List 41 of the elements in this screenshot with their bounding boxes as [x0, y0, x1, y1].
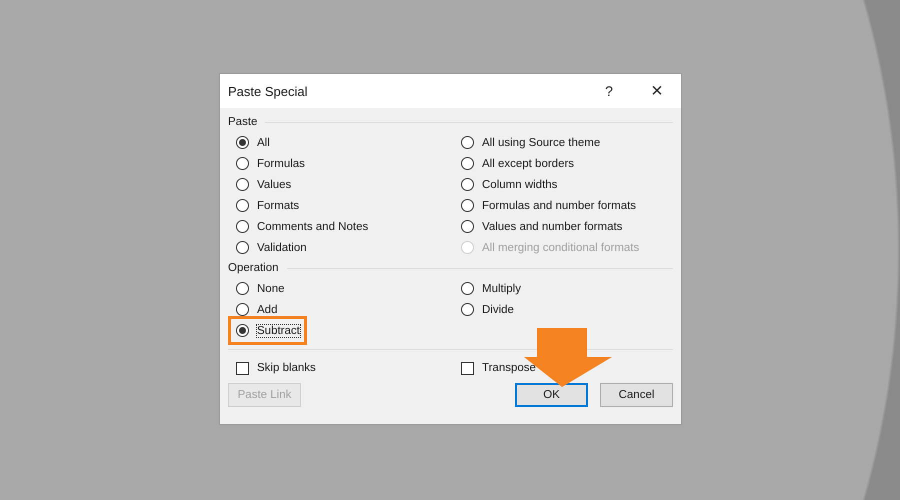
dialog-button[interactable]: Cancel [600, 383, 673, 407]
radio-option[interactable]: None [236, 278, 284, 299]
checkbox-option[interactable]: Skip blanks [236, 358, 316, 378]
radio-button[interactable] [236, 157, 249, 170]
radio-button[interactable] [236, 241, 249, 254]
window-title: Paste Special [228, 84, 308, 98]
radio-button[interactable] [461, 199, 474, 212]
radio-button[interactable] [461, 282, 474, 295]
radio-button[interactable] [461, 303, 474, 316]
dialog-button[interactable]: OK [515, 383, 588, 407]
radio-button[interactable] [236, 324, 249, 337]
radio-option[interactable]: Values [236, 174, 292, 195]
radio-button[interactable] [236, 136, 249, 149]
radio-button[interactable] [461, 136, 474, 149]
radio-option[interactable]: Formats [236, 195, 300, 216]
radio-option[interactable]: All [236, 132, 270, 153]
radio-button[interactable] [461, 157, 474, 170]
radio-button[interactable] [461, 178, 474, 191]
close-button[interactable]: × [633, 74, 681, 108]
radio-option[interactable]: Subtract [232, 320, 303, 341]
radio-option[interactable]: Formulas and number formats [461, 195, 636, 216]
radio-button[interactable] [461, 220, 474, 233]
radio-option[interactable]: Formulas [236, 153, 305, 174]
radio-option[interactable]: All using Source theme [461, 132, 600, 153]
radio-option[interactable]: Validation [236, 237, 307, 258]
radio-option[interactable]: All except borders [461, 153, 574, 174]
radio-button[interactable] [236, 178, 249, 191]
checkbox-option[interactable]: Transpose [461, 358, 536, 378]
radio-option[interactable]: Divide [461, 299, 514, 320]
radio-option[interactable]: Values and number formats [461, 216, 622, 237]
radio-button[interactable] [236, 282, 249, 295]
help-button[interactable]: ? [585, 74, 633, 108]
radio-button[interactable] [236, 199, 249, 212]
radio-option[interactable]: Add [236, 299, 278, 320]
radio-option[interactable]: Column widths [461, 174, 558, 195]
radio-button[interactable] [236, 220, 249, 233]
radio-button[interactable] [236, 303, 249, 316]
radio-option[interactable]: Multiply [461, 278, 521, 299]
section-label: Paste [228, 116, 258, 128]
section-label: Operation [228, 262, 279, 274]
radio-option[interactable]: Comments and Notes [236, 216, 368, 237]
